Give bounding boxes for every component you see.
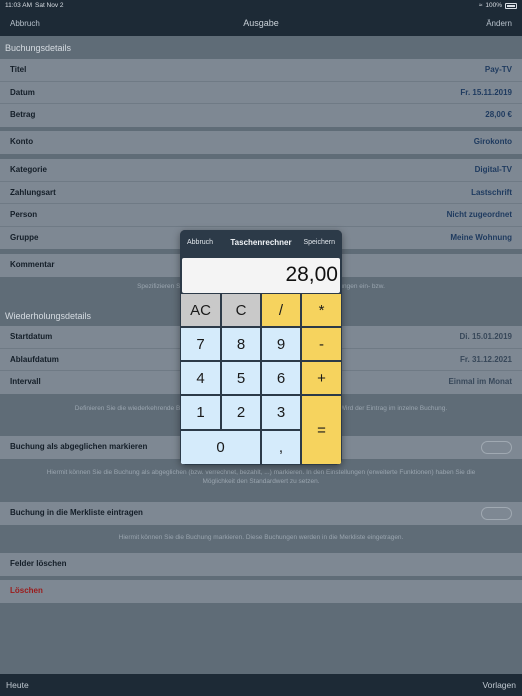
- row-value: Di. 15.01.2019: [459, 332, 512, 341]
- merkliste-toggle[interactable]: [481, 507, 512, 520]
- row-label: Person: [10, 210, 38, 219]
- row-value: Meine Wohnung: [450, 232, 512, 242]
- section-header-wiederholung: Wiederholungsdetails: [5, 311, 92, 321]
- row-value: Digital-TV: [474, 165, 512, 174]
- key-7[interactable]: 7: [180, 327, 221, 361]
- row-zahlungsart[interactable]: Zahlungsart Lastschrift: [0, 182, 522, 204]
- row-label: Buchung als abgeglichen markieren: [10, 442, 148, 451]
- row-value: Girokonto: [473, 137, 512, 146]
- row-label: Ablaufdatum: [10, 354, 59, 364]
- merkliste-hint: Hiermit können Sie die Buchung markieren…: [118, 534, 404, 541]
- row-felder-loeschen[interactable]: Felder löschen: [0, 553, 522, 576]
- row-value: Einmal im Monat: [448, 377, 512, 386]
- calculator-save-button[interactable]: Speichern: [303, 239, 335, 246]
- battery-percent: 100%: [485, 2, 502, 9]
- status-right: ≈ 100%: [479, 2, 517, 9]
- templates-button[interactable]: Vorlagen: [482, 680, 516, 690]
- group-felder: Felder löschen: [0, 553, 522, 576]
- row-value: Lastschrift: [471, 187, 512, 197]
- section-header-buchungsdetails: Buchungsdetails: [5, 43, 72, 53]
- row-konto[interactable]: Konto Girokonto: [0, 131, 522, 154]
- row-label: Zahlungsart: [10, 187, 56, 197]
- key-5[interactable]: 5: [221, 361, 261, 395]
- abgeglichen-hint: Hiermit können Sie die Buchung als abgeg…: [46, 469, 476, 485]
- row-loeschen[interactable]: Löschen: [0, 580, 522, 603]
- status-bar: 11:03 AM Sat Nov 2 ≈ 100%: [0, 0, 522, 12]
- row-label: Gruppe: [10, 232, 39, 242]
- row-label: Buchung in die Merkliste eintragen: [10, 508, 143, 517]
- group-merkliste: Buchung in die Merkliste eintragen: [0, 502, 522, 525]
- calculator-display: 28,00: [182, 258, 340, 293]
- today-button[interactable]: Heute: [6, 680, 29, 690]
- group-konto: Konto Girokonto: [0, 131, 522, 154]
- page-title: Ausgabe: [243, 18, 279, 28]
- group-basics: Titel Pay-TV Datum Fr. 15.11.2019 Betrag…: [0, 59, 522, 127]
- key-3[interactable]: 3: [261, 395, 301, 430]
- key-comma[interactable]: ,: [261, 430, 301, 465]
- row-label: Betrag: [10, 110, 36, 119]
- key-2[interactable]: 2: [221, 395, 261, 430]
- battery-icon: [505, 2, 517, 9]
- calculator-popover: Abbruch Taschenrechner Speichern 28,00 A…: [180, 230, 342, 465]
- calculator-header: Abbruch Taschenrechner Speichern: [180, 230, 342, 256]
- key-1[interactable]: 1: [180, 395, 221, 430]
- row-person[interactable]: Person Nicht zugeordnet: [0, 204, 522, 227]
- row-label: Intervall: [10, 377, 41, 386]
- calculator-display-value: 28,00: [285, 263, 338, 286]
- edit-button[interactable]: Ändern: [486, 19, 512, 28]
- key-multiply[interactable]: *: [301, 293, 342, 327]
- abgeglichen-toggle[interactable]: [481, 441, 512, 454]
- row-value: 28,00 €: [485, 110, 512, 119]
- row-label: Datum: [10, 87, 35, 97]
- row-titel[interactable]: Titel Pay-TV: [0, 59, 522, 82]
- row-betrag[interactable]: Betrag 28,00 €: [0, 104, 522, 127]
- row-label: Startdatum: [10, 332, 53, 341]
- key-9[interactable]: 9: [261, 327, 301, 361]
- key-divide[interactable]: /: [261, 293, 301, 327]
- key-0[interactable]: 0: [180, 430, 261, 465]
- row-value: Nicht zugeordnet: [446, 210, 512, 219]
- row-label: Kategorie: [10, 165, 47, 174]
- row-merkliste: Buchung in die Merkliste eintragen: [0, 502, 522, 525]
- key-4[interactable]: 4: [180, 361, 221, 395]
- key-plus[interactable]: +: [301, 361, 342, 395]
- key-ac[interactable]: AC: [180, 293, 221, 327]
- group-loeschen: Löschen: [0, 580, 522, 603]
- status-time: 11:03 AM: [5, 2, 32, 9]
- row-label: Konto: [10, 137, 34, 146]
- row-kategorie[interactable]: Kategorie Digital-TV: [0, 159, 522, 182]
- key-6[interactable]: 6: [261, 361, 301, 395]
- row-value: Pay-TV: [484, 65, 512, 74]
- status-date: Sat Nov 2: [35, 2, 64, 9]
- row-value: Fr. 15.11.2019: [460, 87, 512, 97]
- key-equals[interactable]: =: [301, 395, 342, 465]
- row-value: Fr. 31.12.2021: [459, 354, 512, 364]
- row-datum[interactable]: Datum Fr. 15.11.2019: [0, 82, 522, 104]
- key-minus[interactable]: -: [301, 327, 342, 361]
- delete-label: Löschen: [10, 586, 43, 595]
- navigation-bar: Abbruch Ausgabe Ändern: [0, 12, 522, 36]
- wifi-icon: ≈: [478, 2, 483, 9]
- row-label: Kommentar: [10, 260, 55, 269]
- row-label: Felder löschen: [10, 559, 67, 568]
- key-8[interactable]: 8: [221, 327, 261, 361]
- bottom-toolbar: Heute Vorlagen: [0, 674, 522, 696]
- key-c[interactable]: C: [221, 293, 261, 327]
- row-label: Titel: [10, 65, 27, 74]
